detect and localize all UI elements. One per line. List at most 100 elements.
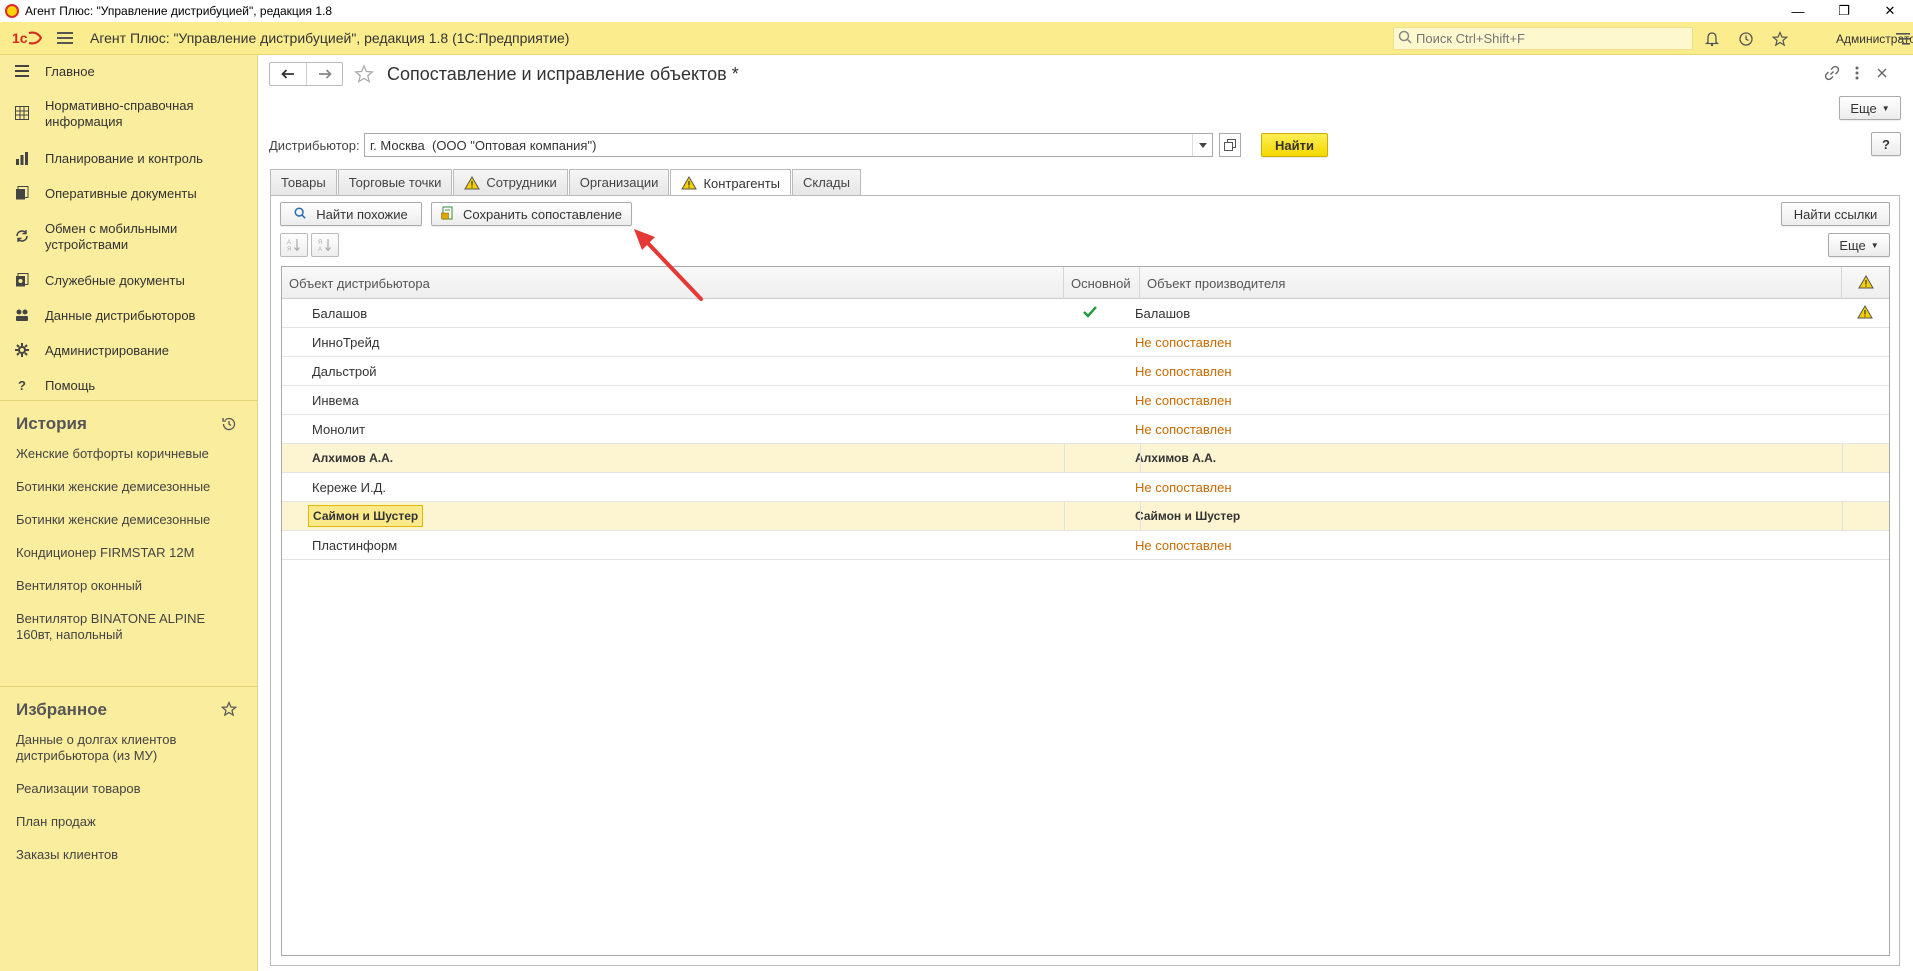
cell-main[interactable] — [1052, 531, 1128, 559]
cell-text: Монолит — [312, 421, 366, 437]
cell-distributor-object[interactable]: Пластинформ — [312, 531, 1052, 559]
table-row[interactable]: Алхимов А.А. Алхимов А.А. — [282, 444, 1889, 473]
sidebar-item-reference-info[interactable]: Нормативно-справочная информация — [0, 98, 258, 132]
table-row[interactable]: Кереже И.Д. Не сопоставлен — [282, 473, 1889, 502]
dropdown-arrow-icon[interactable] — [1192, 134, 1212, 156]
cell-distributor-object[interactable]: Кереже И.Д. — [312, 473, 1052, 501]
distributor-input[interactable] — [365, 137, 1185, 153]
tab-organizations[interactable]: Организации — [568, 169, 670, 195]
help-button[interactable]: ? — [1871, 132, 1901, 156]
notifications-bell-icon[interactable] — [1702, 29, 1722, 49]
sidebar-item-help[interactable]: ? Помощь — [0, 377, 258, 397]
minimize-icon[interactable]: — — [1775, 0, 1821, 22]
table-row[interactable]: Балашов Балашов — [282, 299, 1889, 328]
cell-distributor-object[interactable]: Монолит — [312, 415, 1052, 443]
history-item[interactable]: Ботинки женские демисезонные — [16, 512, 236, 528]
cell-main[interactable] — [1052, 328, 1128, 356]
cell-text: ИнноТрейд — [312, 334, 380, 350]
table-row[interactable]: Инвема Не сопоставлен — [282, 386, 1889, 415]
history-item[interactable]: Вентилятор оконный — [16, 578, 236, 594]
forward-arrow-icon[interactable] — [306, 63, 342, 85]
sort-descending-icon[interactable]: ЯА — [311, 233, 339, 257]
more-vertical-icon[interactable] — [1848, 64, 1866, 82]
cell-producer-object[interactable]: Не сопоставлен — [1135, 531, 1835, 559]
history-item[interactable]: Ботинки женские демисезонные — [16, 479, 236, 495]
restore-icon[interactable]: ❐ — [1821, 0, 1867, 22]
tab-label: Организации — [579, 175, 659, 190]
sort-ascending-icon[interactable]: АЯ — [280, 233, 308, 257]
favorite-item[interactable]: План продаж — [16, 814, 236, 830]
close-window-icon[interactable]: ✕ — [1867, 0, 1913, 22]
column-header-warning[interactable] — [1842, 267, 1889, 299]
favorites-star-icon[interactable] — [1770, 29, 1790, 49]
link-icon[interactable] — [1823, 64, 1841, 82]
history-item[interactable]: Кондиционер FIRMSTAR 12M — [16, 545, 236, 561]
save-mapping-button[interactable]: Сохранить сопоставление — [431, 202, 632, 226]
more-button[interactable]: Еще ▼ — [1839, 96, 1901, 120]
find-similar-button[interactable]: Найти похожие — [280, 202, 422, 226]
sidebar-item-administration[interactable]: Администрирование — [0, 342, 258, 362]
column-header-producer-object[interactable]: Объект производителя — [1140, 267, 1842, 299]
cell-producer-object[interactable]: Не сопоставлен — [1135, 473, 1835, 501]
tab-warehouses[interactable]: Склады — [792, 169, 861, 195]
table-row[interactable]: Дальстрой Не сопоставлен — [282, 357, 1889, 386]
cell-main[interactable] — [1052, 415, 1128, 443]
cell-main[interactable] — [1052, 299, 1128, 327]
cell-distributor-object[interactable]: Саймон и Шустер — [308, 502, 1052, 530]
find-button[interactable]: Найти — [1261, 133, 1328, 157]
cell-distributor-object[interactable]: ИнноТрейд — [312, 328, 1052, 356]
sidebar-item-mobile-exchange[interactable]: Обмен с мобильными устройствами — [0, 221, 258, 255]
back-arrow-icon[interactable] — [270, 63, 306, 85]
cell-producer-object[interactable]: Саймон и Шустер — [1135, 502, 1835, 530]
cell-distributor-object[interactable]: Алхимов А.А. — [312, 444, 1052, 472]
sidebar-item-planning[interactable]: Планирование и контроль — [0, 150, 258, 170]
chevron-down-icon: ▼ — [1881, 103, 1890, 113]
cell-producer-object[interactable]: Не сопоставлен — [1135, 415, 1835, 443]
cell-producer-object[interactable]: Не сопоставлен — [1135, 357, 1835, 385]
cell-distributor-object[interactable]: Инвема — [312, 386, 1052, 414]
sidebar-item-main[interactable]: Главное — [0, 63, 258, 83]
global-search[interactable] — [1393, 27, 1693, 50]
table-row[interactable]: Саймон и Шустер Саймон и Шустер — [282, 502, 1889, 531]
main-menu-icon[interactable] — [56, 29, 74, 47]
table-row[interactable]: Монолит Не сопоставлен — [282, 415, 1889, 444]
find-button-label: Найти — [1275, 137, 1314, 153]
table-row[interactable]: ИнноТрейд Не сопоставлен — [282, 328, 1889, 357]
open-form-icon[interactable] — [1219, 133, 1241, 157]
tab-trade-points[interactable]: Торговые точки — [337, 169, 453, 195]
distributor-label: Дистрибьютор: — [269, 138, 360, 153]
favorite-item[interactable]: Реализации товаров — [16, 781, 236, 797]
history-item[interactable]: Женские ботфорты коричневые — [16, 446, 236, 462]
find-links-button[interactable]: Найти ссылки — [1781, 202, 1890, 226]
column-header-main[interactable]: Основной — [1064, 267, 1140, 299]
settings-menu-icon[interactable] — [1893, 29, 1913, 49]
history-item[interactable]: Вентилятор BINATONE ALPINE 160вт, наполь… — [16, 611, 206, 643]
cell-producer-object[interactable]: Не сопоставлен — [1135, 386, 1835, 414]
history-clock-icon[interactable] — [1736, 29, 1756, 49]
search-input[interactable] — [1416, 31, 1676, 46]
cell-producer-object[interactable]: Балашов — [1135, 299, 1835, 327]
table-more-button[interactable]: Еще ▼ — [1828, 233, 1890, 257]
distributor-field[interactable] — [364, 133, 1213, 157]
tab-counterparties[interactable]: Контрагенты — [670, 169, 791, 196]
cell-distributor-object[interactable]: Дальстрой — [312, 357, 1052, 385]
favorite-item[interactable]: Заказы клиентов — [16, 847, 236, 863]
cell-main[interactable] — [1052, 473, 1128, 501]
close-icon[interactable] — [1873, 64, 1891, 82]
cell-text: Дальстрой — [312, 363, 377, 379]
sidebar-item-distributor-data[interactable]: Данные дистрибьюторов — [0, 307, 258, 327]
sidebar-item-service-docs[interactable]: Служебные документы — [0, 272, 258, 292]
add-to-favorites-star-icon[interactable] — [353, 63, 375, 85]
cell-main[interactable] — [1052, 357, 1128, 385]
sidebar-item-label: Администрирование — [45, 343, 169, 358]
sidebar-item-operative-docs[interactable]: Оперативные документы — [0, 185, 258, 205]
table-row[interactable]: Пластинформ Не сопоставлен — [282, 531, 1889, 560]
cell-main[interactable] — [1052, 386, 1128, 414]
history-clock-icon[interactable] — [220, 415, 238, 433]
tab-goods[interactable]: Товары — [270, 169, 337, 195]
cell-producer-object[interactable]: Не сопоставлен — [1135, 328, 1835, 356]
tab-employees[interactable]: Сотрудники — [453, 169, 568, 195]
cell-producer-object[interactable]: Алхимов А.А. — [1135, 444, 1835, 472]
favorite-item[interactable]: Данные о долгах клиентов дистрибьютора (… — [16, 732, 196, 764]
favorites-star-icon[interactable] — [220, 700, 238, 718]
